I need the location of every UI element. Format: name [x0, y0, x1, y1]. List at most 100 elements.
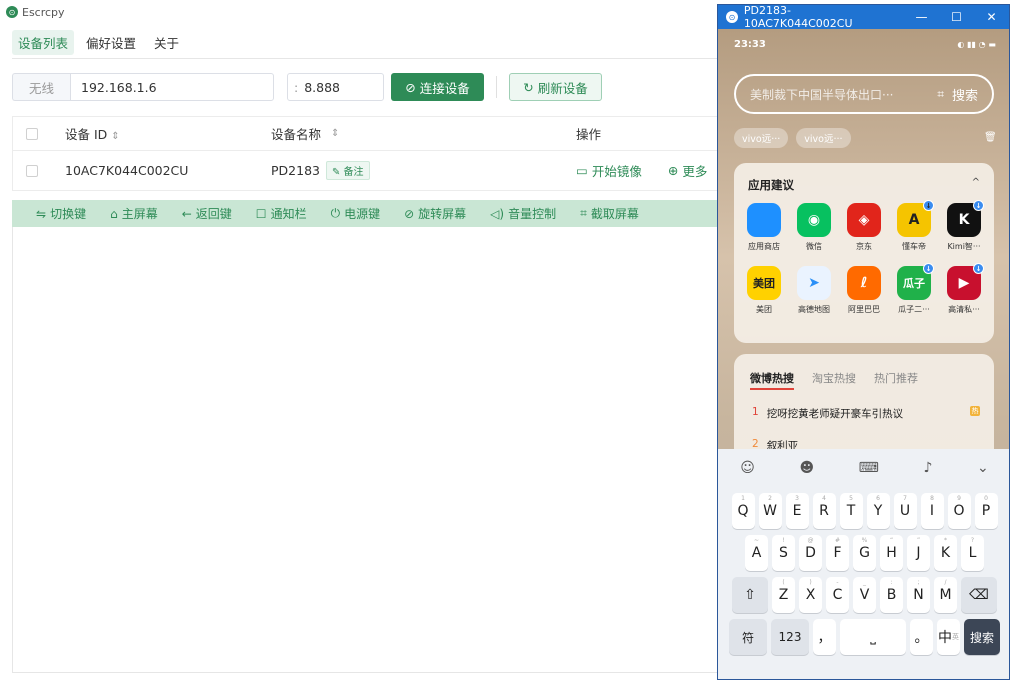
period-key[interactable]: 。 [910, 619, 933, 655]
key-j[interactable]: ” J [907, 535, 930, 571]
mirror-window[interactable]: ⊙ PD2183-10AC7K044C002CU — ☐ ✕ 23:33 ◐ ▮… [717, 4, 1010, 680]
header-device-name[interactable]: 设备名称 ⇕ [256, 124, 562, 143]
app-item-meituan[interactable]: 美团 美团 [740, 266, 788, 315]
key-e[interactable]: 3E [785, 493, 809, 529]
key-label: R [819, 503, 829, 519]
key-p[interactable]: 0P [974, 493, 998, 529]
space-key[interactable]: ⎵ [840, 619, 906, 655]
port-input[interactable]: : 8.888 [287, 73, 384, 101]
row-checkbox[interactable] [26, 164, 38, 177]
ip-address-input[interactable]: 192.168.1.6 [70, 73, 274, 101]
chip-item[interactable]: vivo远··· [796, 128, 851, 148]
keyboard-icon[interactable]: ⌨ [859, 460, 879, 476]
remark-tag[interactable]: ✎ 备注 [325, 161, 370, 180]
key-k[interactable]: * K [934, 535, 957, 571]
hot-tab-recommend[interactable]: 热门推荐 [874, 370, 918, 390]
smile-icon[interactable]: ☻ [799, 460, 814, 476]
app-item-wechat[interactable]: ◉ 微信 [790, 203, 838, 252]
notification-button[interactable]: ☐ 通知栏 [256, 205, 307, 222]
key-n[interactable]: ; N [907, 577, 930, 613]
maximize-icon[interactable]: ☐ [939, 10, 974, 24]
key-h[interactable]: “H [880, 535, 903, 571]
phone-screen[interactable]: 23:33 ◐ ▮▮ ◔ ▬ 美制裁下中国半导体出口··· ⌗ 搜索 vivo远… [718, 29, 1009, 679]
switch-key-button[interactable]: ⇋ 切换键 [36, 205, 86, 222]
refresh-devices-button[interactable]: ↻ 刷新设备 [509, 73, 602, 101]
start-mirror-button[interactable]: ▭ 开始镜像 [576, 161, 642, 180]
shift-key[interactable]: ⇧ [732, 577, 768, 613]
app-item-kimi[interactable]: K ↓ Kimi智··· [940, 200, 988, 252]
app-item-guazi[interactable]: 瓜子 ↓ 瓜子二··· [890, 263, 938, 315]
key-w[interactable]: 2W [758, 493, 782, 529]
back-button[interactable]: ← 返回键 [182, 205, 232, 222]
connect-device-button[interactable]: ⊘ 连接设备 [391, 73, 484, 101]
app-item-amap[interactable]: ➤ 高德地图 [790, 266, 838, 315]
number-key[interactable]: 123 [771, 619, 809, 655]
key-s[interactable]: ! S [772, 535, 795, 571]
key-z[interactable]: (Z [772, 577, 795, 613]
key-v[interactable]: _ V [853, 577, 876, 613]
key-label: A [751, 545, 762, 561]
hot-tab-taobao[interactable]: 淘宝热搜 [812, 370, 856, 390]
app-item-jd[interactable]: ◈ 京东 [840, 203, 888, 252]
tab-device-list[interactable]: 设备列表 [12, 30, 75, 55]
app-item-video[interactable]: ▶ ↓ 高清私··· [940, 263, 988, 315]
key-f[interactable]: # F [826, 535, 849, 571]
key-c[interactable]: -C [826, 577, 849, 613]
app-item-dongchedi[interactable]: A ↓ 懂车帝 [890, 200, 938, 252]
screenshot-button[interactable]: ⌗ 截取屏幕 [580, 205, 639, 222]
key-t[interactable]: 5T [839, 493, 863, 529]
app-icon-text: 瓜子 [903, 277, 925, 290]
key-o[interactable]: 9O [947, 493, 971, 529]
phone-status-bar: 23:33 ◐ ▮▮ ◔ ▬ [734, 39, 996, 50]
key-b[interactable]: :B [880, 577, 903, 613]
key-x[interactable]: ) X [799, 577, 822, 613]
app-item-alibaba[interactable]: ℓ 阿里巴巴 [840, 266, 888, 315]
phone-search-bar[interactable]: 美制裁下中国半导体出口··· ⌗ 搜索 [734, 74, 994, 114]
notification-label: 通知栏 [270, 207, 307, 221]
key-l[interactable]: ? L [961, 535, 984, 571]
keyboard-search-key[interactable]: 搜索 [964, 619, 1000, 655]
volume-button[interactable]: ◁) 音量控制 [490, 205, 556, 222]
key-a[interactable]: ~ A [745, 535, 768, 571]
close-icon[interactable]: ✕ [974, 10, 1009, 24]
power-button[interactable]: ⏻ 电源键 [331, 205, 381, 222]
tab-preferences[interactable]: 偏好设置 [80, 30, 142, 55]
key-g[interactable]: % G [853, 535, 876, 571]
volume-icon: ◁) [490, 206, 505, 221]
header-device-id[interactable]: 设备 ID ⇕ [51, 124, 256, 143]
key-u[interactable]: 7U [893, 493, 917, 529]
row-operations: ▭ 开始镜像 ⊕ 更多 [562, 161, 718, 180]
tab-about[interactable]: 关于 [148, 30, 185, 55]
key-m[interactable]: / M [934, 577, 957, 613]
emoji-keyboard-icon[interactable]: ☺ [740, 460, 755, 476]
chevron-up-icon[interactable]: ^ [972, 177, 980, 188]
key-r[interactable]: 4R [812, 493, 836, 529]
trash-icon[interactable]: 🗑 [984, 132, 997, 143]
chip-item[interactable]: vivo远··· [734, 128, 789, 148]
select-all-checkbox[interactable] [26, 127, 38, 140]
comma-key[interactable]: ， [813, 619, 836, 655]
hot-tab-weibo[interactable]: 微博热搜 [750, 370, 794, 390]
hot-item[interactable]: 1 挖呀挖黄老师疑开豪车引热议 [752, 406, 903, 421]
phone-search-button[interactable]: 搜索 [952, 85, 978, 104]
mirror-window-titlebar[interactable]: ⊙ PD2183-10AC7K044C002CU — ☐ ✕ [718, 5, 1009, 30]
key-i[interactable]: 8I [920, 493, 944, 529]
scan-icon[interactable]: ⌗ [937, 87, 944, 102]
rotate-button[interactable]: ⊘ 旋转屏幕 [404, 205, 466, 222]
key-y[interactable]: 6Y [866, 493, 890, 529]
symbol-key[interactable]: 符 [729, 619, 767, 655]
home-button[interactable]: ⌂ 主屏幕 [110, 205, 158, 222]
key-d[interactable]: @ D [799, 535, 822, 571]
key-sup-label: % [861, 537, 868, 544]
app-item-appstore[interactable]: 应用商店 [740, 203, 788, 252]
lang-switch-key[interactable]: 中英 [937, 619, 960, 655]
chevron-down-icon[interactable]: ⌄ [977, 460, 989, 476]
microphone-icon[interactable]: ♪ [923, 460, 932, 476]
more-button[interactable]: ⊕ 更多 [668, 161, 708, 180]
key-q[interactable]: 1Q [731, 493, 755, 529]
minimize-icon[interactable]: — [904, 10, 939, 24]
backspace-key[interactable]: ⌫ [961, 577, 997, 613]
key-sup-label: 1 [741, 495, 745, 502]
key-label: U [899, 503, 911, 519]
key-sup-label: @ [807, 537, 814, 544]
